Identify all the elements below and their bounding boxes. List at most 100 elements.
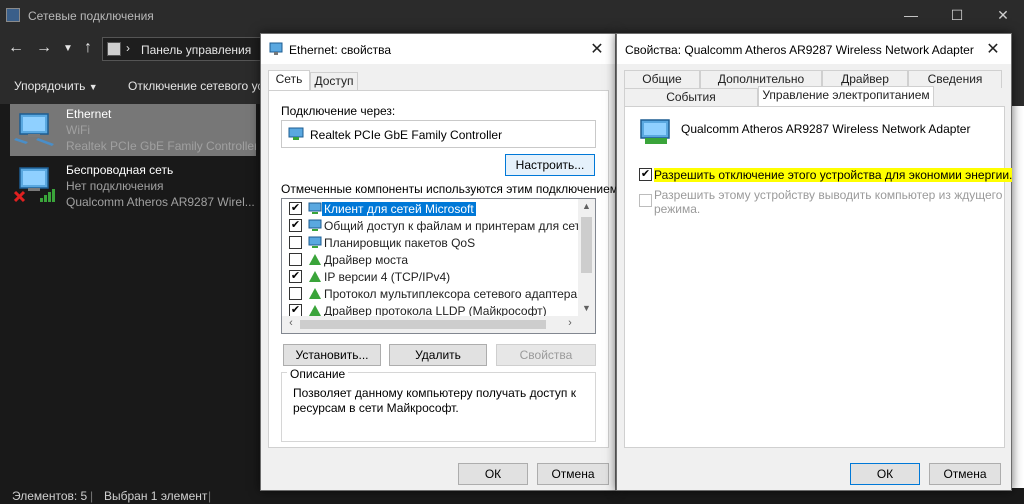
horizontal-scrollbar[interactable]: ‹ ›: [282, 316, 595, 333]
ethernet-icon: [269, 42, 283, 55]
ok-button[interactable]: ОК: [850, 463, 920, 485]
vertical-scrollbar[interactable]: ▲ ▼: [578, 199, 595, 317]
adapter-ethernet[interactable]: Ethernet WiFi Realtek PCIe GbE Family Co…: [10, 104, 256, 156]
scroll-thumb[interactable]: [581, 217, 592, 273]
dialog-title-bar: Ethernet: свойства ✕: [261, 34, 615, 64]
up-arrow-icon[interactable]: ↑: [78, 39, 98, 57]
tab-power-management[interactable]: Управление электропитанием: [758, 86, 934, 106]
network-adapter-icon: [14, 113, 54, 146]
adapter-status: Нет подключения: [66, 179, 164, 193]
list-item[interactable]: Драйвер моста: [282, 252, 578, 268]
forward-arrow-icon[interactable]: →: [34, 39, 54, 57]
component-checkbox[interactable]: ✔: [289, 270, 302, 283]
service-icon: [308, 219, 322, 231]
address-bar[interactable]: › Панель управления: [102, 37, 272, 61]
allow-power-off-checkbox[interactable]: ✔: [639, 168, 652, 181]
allow-power-off-label[interactable]: Разрешить отключение этого устройства дл…: [654, 168, 1013, 182]
cancel-button[interactable]: Отмена: [537, 463, 609, 485]
adapter-properties-dialog: Свойства: Qualcomm Atheros AR9287 Wirele…: [616, 33, 1013, 491]
list-item[interactable]: ✔ IP версии 4 (TCP/IPv4): [282, 269, 578, 285]
cancel-button[interactable]: Отмена: [929, 463, 1001, 485]
control-panel-icon: [107, 42, 121, 56]
component-checkbox[interactable]: [289, 253, 302, 266]
explorer-title-bar: Сетевые подключения — ☐ ✕: [0, 0, 1024, 32]
allow-wake-label-cont: режима.: [654, 202, 701, 216]
dialog-title-bar: Свойства: Qualcomm Atheros AR9287 Wirele…: [617, 34, 1011, 64]
client-icon: [308, 202, 322, 214]
allow-wake-label: Разрешить этому устройству выводить комп…: [654, 188, 1003, 202]
explorer-title: Сетевые подключения: [28, 9, 154, 23]
scroll-down-icon[interactable]: ▼: [578, 303, 595, 313]
properties-button[interactable]: Свойства: [496, 344, 596, 366]
list-item[interactable]: ✔ Клиент для сетей Microsoft: [282, 201, 578, 217]
adapter-name: Беспроводная сеть: [66, 163, 174, 177]
minimize-button[interactable]: —: [888, 0, 934, 32]
install-button[interactable]: Установить...: [283, 344, 381, 366]
wireless-adapter-icon: [640, 119, 670, 144]
tab-events[interactable]: События: [624, 88, 758, 106]
components-label: Отмеченные компоненты используются этим …: [281, 182, 622, 196]
tab-panel: [624, 106, 1005, 448]
connect-using-label: Подключение через:: [281, 104, 396, 118]
adapter-device: Qualcomm Atheros AR9287 Wirel...: [66, 195, 255, 209]
component-checkbox[interactable]: [289, 287, 302, 300]
adapter-wireless[interactable]: Беспроводная сеть Нет подключения Qualco…: [10, 160, 256, 212]
disable-device-button[interactable]: Отключение сетевого ус: [128, 79, 263, 93]
scroll-up-icon[interactable]: ▲: [578, 201, 595, 211]
status-divider: |: [90, 489, 94, 503]
breadcrumb-control-panel[interactable]: Панель управления: [141, 43, 251, 57]
components-list: ✔ Клиент для сетей Microsoft ✔ Общий дос…: [281, 198, 596, 334]
component-checkbox[interactable]: ✔: [289, 202, 302, 215]
component-label: Клиент для сетей Microsoft: [322, 202, 476, 216]
status-divider: |: [208, 489, 212, 503]
scroll-right-icon[interactable]: ›: [562, 317, 578, 329]
adapter-name: Realtek PCIe GbE Family Controller: [310, 128, 503, 142]
tab-general[interactable]: Общие: [624, 70, 700, 88]
component-label: Общий доступ к файлам и принтерам для се…: [324, 219, 596, 233]
list-item[interactable]: Протокол мультиплексора сетевого адаптер…: [282, 286, 595, 302]
dialog-title: Ethernet: свойства: [289, 43, 392, 57]
recent-chevron-icon[interactable]: ▼: [58, 43, 78, 54]
connections-list: Ethernet WiFi Realtek PCIe GbE Family Co…: [0, 104, 262, 488]
close-icon[interactable]: ✕: [983, 39, 1003, 59]
maximize-button[interactable]: ☐: [934, 0, 980, 32]
ethernet-properties-dialog: Ethernet: свойства ✕ Сеть Доступ Подключ…: [260, 33, 621, 491]
tab-sharing[interactable]: Доступ: [310, 72, 358, 90]
close-icon[interactable]: ✕: [587, 39, 607, 59]
protocol-icon: [309, 254, 321, 265]
adapter-network: WiFi: [66, 123, 90, 137]
component-label: IP версии 4 (TCP/IPv4): [324, 270, 451, 284]
scroll-thumb[interactable]: [300, 320, 546, 329]
component-checkbox[interactable]: [289, 236, 302, 249]
breadcrumb-chevron-icon: ›: [126, 41, 130, 55]
component-checkbox[interactable]: ✔: [289, 219, 302, 232]
component-label: Драйвер моста: [324, 253, 409, 267]
list-item[interactable]: Планировщик пакетов QoS: [282, 235, 578, 251]
close-button[interactable]: ✕: [980, 0, 1024, 32]
network-card-icon: [288, 127, 304, 140]
list-item[interactable]: ✔ Общий доступ к файлам и принтерам для …: [282, 218, 595, 234]
chevron-down-icon: ▼: [88, 82, 98, 92]
configure-button[interactable]: Настроить...: [505, 154, 595, 176]
dialog-title: Свойства: Qualcomm Atheros AR9287 Wirele…: [625, 43, 974, 57]
adapter-name: Ethernet: [66, 107, 112, 121]
tab-network[interactable]: Сеть: [268, 70, 310, 90]
remove-button[interactable]: Удалить: [389, 344, 487, 366]
protocol-icon: [309, 288, 321, 299]
allow-wake-checkbox[interactable]: [639, 194, 652, 207]
device-name: Qualcomm Atheros AR9287 Wireless Network…: [681, 122, 971, 136]
component-label: Протокол мультиплексора сетевого адаптер…: [324, 287, 596, 301]
organize-menu[interactable]: Упорядочить ▼: [14, 79, 98, 93]
selection-count: Выбран 1 элемент: [104, 489, 208, 503]
service-icon: [308, 236, 322, 248]
network-folder-icon: [6, 8, 20, 22]
scroll-left-icon[interactable]: ‹: [283, 317, 299, 329]
description-label: Описание: [287, 367, 349, 381]
description-text: Позволяет данному компьютеру получать до…: [293, 386, 576, 415]
protocol-icon: [309, 271, 321, 282]
wireless-adapter-icon: [14, 167, 55, 203]
item-count: Элементов: 5: [12, 489, 88, 503]
back-arrow-icon[interactable]: ←: [6, 39, 26, 57]
adapter-box: Realtek PCIe GbE Family Controller: [281, 120, 596, 148]
ok-button[interactable]: ОК: [458, 463, 528, 485]
